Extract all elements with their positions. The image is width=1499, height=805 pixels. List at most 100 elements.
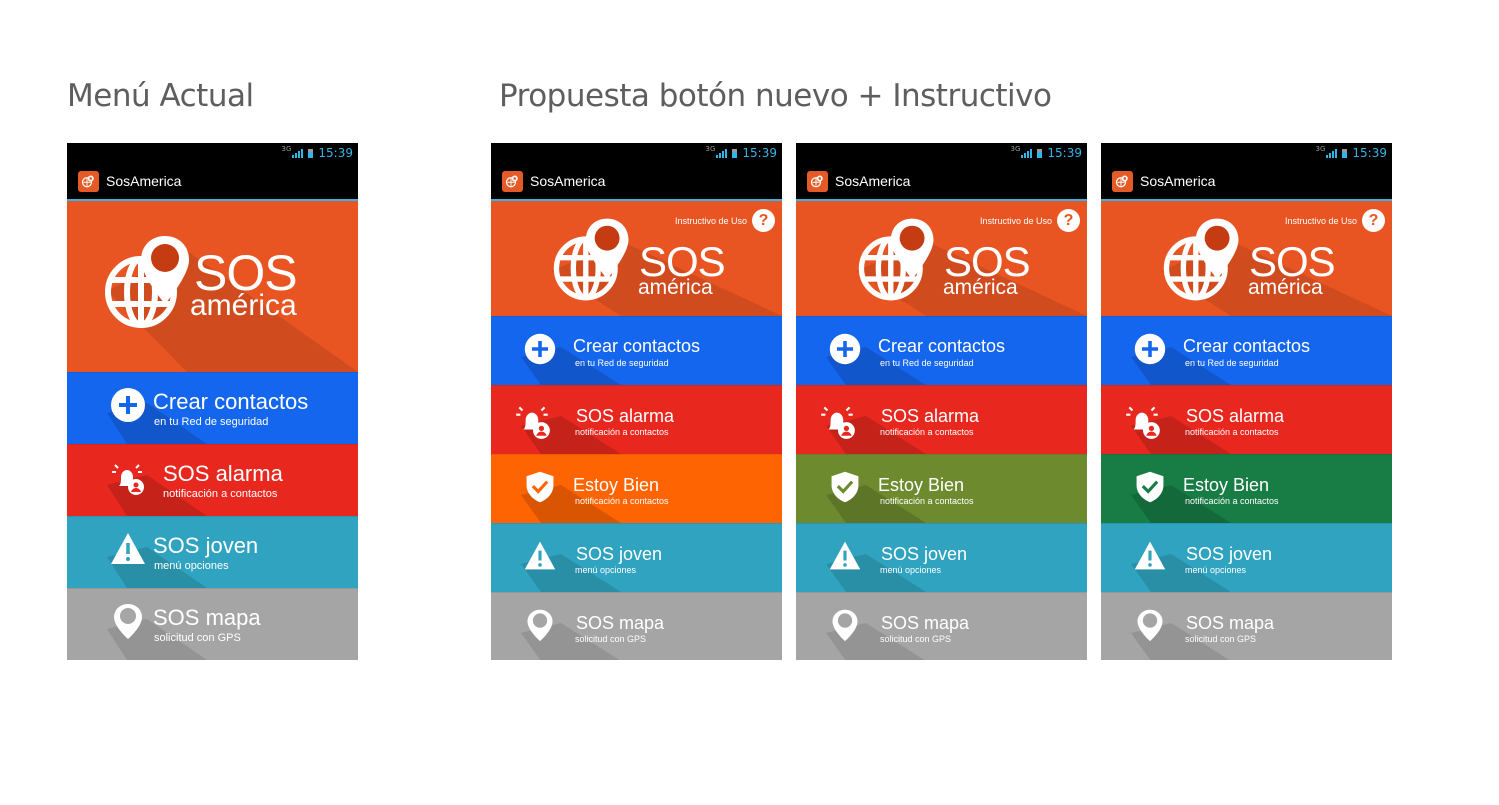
heading-proposal: Propuesta botón nuevo + Instructivo (499, 78, 1052, 114)
menu-item-subtitle: notificación a contactos (880, 427, 974, 437)
menu-item-sos-alarma[interactable]: SOS alarma notificación a contactos (796, 385, 1087, 454)
help-instructivo[interactable]: Instructivo de Uso ? (980, 209, 1080, 232)
warning-icon (829, 541, 861, 570)
menu-item-sos-joven[interactable]: SOS joven menú opciones (491, 523, 782, 592)
hero-logo-panel: Instructivo de Uso ? SOS américa (491, 201, 782, 316)
app-logo-icon (807, 170, 828, 192)
logo-america-text: américa (943, 276, 1018, 299)
menu-item-sos-mapa[interactable]: SOS mapa solicitud con GPS (1101, 592, 1392, 660)
logo-america-text: américa (1248, 276, 1323, 299)
globe-pin-icon (553, 218, 629, 301)
status-bar: 3G 15:39 (491, 143, 782, 163)
menu-item-title: SOS mapa (153, 605, 261, 630)
help-question-icon[interactable]: ? (752, 209, 775, 232)
logo-america-text: américa (638, 276, 713, 299)
menu-item-estoy-bien[interactable]: Estoy Bien notificación a contactos (796, 454, 1087, 523)
menu-item-subtitle: notificación a contactos (575, 496, 669, 506)
menu-item-crear-contactos[interactable]: Crear contactos en tu Red de seguridad (796, 316, 1087, 385)
logo-america-text: américa (190, 289, 297, 322)
help-instructivo[interactable]: Instructivo de Uso ? (675, 209, 775, 232)
app-bar: SosAmerica (1101, 163, 1392, 201)
menu-item-subtitle: notificación a contactos (163, 488, 278, 500)
shield-check-icon (831, 471, 859, 503)
menu-item-title: SOS joven (153, 533, 259, 558)
help-question-icon[interactable]: ? (1362, 209, 1385, 232)
menu-item-sos-joven[interactable]: SOS joven menú opciones (1101, 523, 1392, 592)
plus-circle-icon (1134, 333, 1166, 365)
phone-proposal-3: 3G 15:39 SosAmerica Instructivo de Uso ? (1101, 143, 1392, 660)
menu-item-sos-alarma[interactable]: SOS alarma notificación a contactos (491, 385, 782, 454)
menu-item-title: Crear contactos (878, 336, 1006, 356)
app-bar: SosAmerica (796, 163, 1087, 201)
plus-circle-icon (524, 333, 556, 365)
menu-item-title: Crear contactos (153, 389, 309, 414)
network-type: 3G (705, 145, 716, 153)
menu-item-crear-contactos[interactable]: Crear contactos en tu Red de seguridad (1101, 316, 1392, 385)
menu-item-subtitle: menú opciones (575, 565, 637, 575)
menu-item-sos-mapa[interactable]: SOS mapa solicitud con GPS (796, 592, 1087, 660)
map-pin-icon (1137, 609, 1163, 642)
menu-item-subtitle: solicitud con GPS (880, 634, 952, 644)
phone-current-menu: 3G 15:39 SosAmerica SOS américa Crear co… (67, 143, 358, 660)
status-time: 15:39 (1352, 146, 1387, 160)
status-time: 15:39 (318, 146, 353, 160)
menu-item-sos-alarma[interactable]: SOS alarma notificación a contactos (67, 444, 358, 516)
network-type: 3G (281, 145, 292, 153)
app-bar: SosAmerica (491, 163, 782, 201)
menu-item-title: Crear contactos (1183, 336, 1311, 356)
phone-proposal-1: 3G 15:39 SosAmerica Instructivo de Uso ? (491, 143, 782, 660)
shield-check-icon (1136, 471, 1164, 503)
menu-item-subtitle: menú opciones (880, 565, 942, 575)
network-type: 3G (1010, 145, 1021, 153)
bell-person-icon (516, 406, 550, 439)
menu-item-subtitle: notificación a contactos (575, 427, 669, 437)
menu-item-title: SOS joven (881, 544, 968, 564)
menu-item-sos-joven[interactable]: SOS joven menú opciones (67, 516, 358, 588)
warning-icon (1134, 541, 1166, 570)
hero-logo-panel: Instructivo de Uso ? SOS américa (796, 201, 1087, 316)
help-label: Instructivo de Uso (979, 215, 1052, 226)
menu-item-title: SOS joven (576, 544, 663, 564)
help-instructivo[interactable]: Instructivo de Uso ? (1285, 209, 1385, 232)
bell-person-icon (1126, 406, 1160, 439)
menu-item-title: Estoy Bien (1183, 475, 1270, 495)
map-pin-icon (832, 609, 858, 642)
help-question-icon[interactable]: ? (1057, 209, 1080, 232)
menu-item-title: SOS joven (1186, 544, 1273, 564)
menu-item-estoy-bien[interactable]: Estoy Bien notificación a contactos (491, 454, 782, 523)
phone-proposal-2: 3G 15:39 SosAmerica Instructivo de Uso ? (796, 143, 1087, 660)
app-title: SosAmerica (835, 173, 911, 189)
menu-item-subtitle: notificación a contactos (880, 496, 974, 506)
menu-item-subtitle: solicitud con GPS (154, 632, 241, 644)
warning-icon (111, 533, 145, 564)
warning-icon (524, 541, 556, 570)
shield-check-icon (526, 471, 554, 503)
menu-item-subtitle: solicitud con GPS (1185, 634, 1257, 644)
menu-item-title: SOS alarma (163, 461, 283, 486)
menu-item-estoy-bien[interactable]: Estoy Bien notificación a contactos (1101, 454, 1392, 523)
menu-item-crear-contactos[interactable]: Crear contactos en tu Red de seguridad (491, 316, 782, 385)
hero-logo-panel: SOS américa (67, 201, 358, 372)
menu-item-title: SOS mapa (881, 613, 970, 633)
menu-item-subtitle: notificación a contactos (1185, 496, 1279, 506)
menu-item-subtitle: en tu Red de seguridad (575, 358, 669, 368)
help-label: Instructivo de Uso (1284, 215, 1357, 226)
menu-item-title: Crear contactos (573, 336, 701, 356)
signal-icon (716, 148, 728, 158)
battery-icon (732, 148, 738, 158)
battery-icon (308, 148, 314, 158)
menu-item-title: Estoy Bien (573, 475, 660, 495)
menu-item-sos-joven[interactable]: SOS joven menú opciones (796, 523, 1087, 592)
menu-item-crear-contactos[interactable]: Crear contactos en tu Red de seguridad (67, 372, 358, 444)
globe-pin-icon (858, 218, 934, 301)
plus-circle-icon (829, 333, 861, 365)
status-bar: 3G 15:39 (1101, 143, 1392, 163)
menu-item-title: SOS alarma (881, 406, 980, 426)
menu-item-sos-alarma[interactable]: SOS alarma notificación a contactos (1101, 385, 1392, 454)
menu-item-subtitle: en tu Red de seguridad (1185, 358, 1279, 368)
status-time: 15:39 (742, 146, 777, 160)
menu-item-subtitle: menú opciones (154, 560, 229, 572)
menu-item-sos-mapa[interactable]: SOS mapa solicitud con GPS (67, 588, 358, 660)
network-type: 3G (1315, 145, 1326, 153)
menu-item-sos-mapa[interactable]: SOS mapa solicitud con GPS (491, 592, 782, 660)
